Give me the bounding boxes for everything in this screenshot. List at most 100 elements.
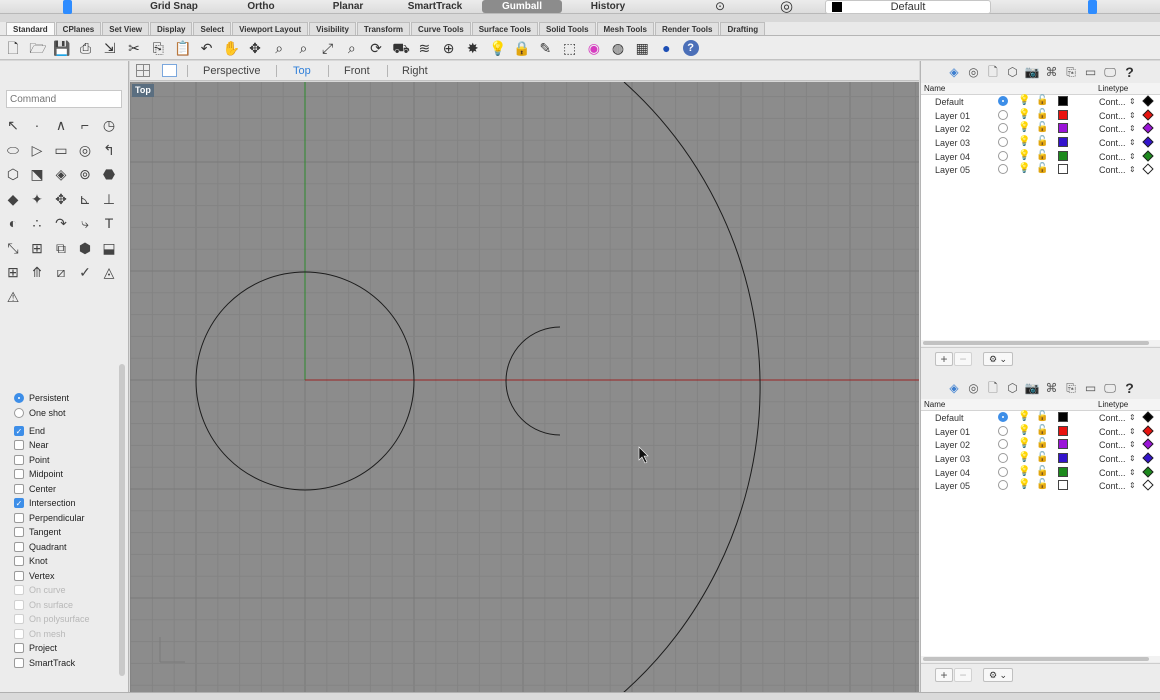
tab-surface-tools[interactable]: Surface Tools	[471, 22, 538, 35]
unlock-icon[interactable]: 🔓	[1036, 136, 1048, 148]
tool-palette-icon[interactable]: ⊥	[100, 190, 118, 208]
layer-color-swatch[interactable]	[1058, 439, 1068, 450]
layer-linetype[interactable]: Cont...	[1099, 426, 1126, 438]
tool-palette-icon[interactable]: ⊾	[76, 190, 94, 208]
print-color-diamond-icon[interactable]	[1142, 452, 1154, 464]
linetype-stepper-icon[interactable]: ⇕	[1129, 96, 1136, 108]
light-icon[interactable]: 💡	[489, 40, 506, 56]
layer-color-swatch[interactable]	[1058, 425, 1068, 436]
linetype-stepper-icon[interactable]: ⇕	[1129, 151, 1136, 163]
layers-panel-icon[interactable]: ◈	[946, 64, 962, 80]
layout-panel-icon[interactable]: ⎘	[1063, 380, 1079, 396]
tool-palette-icon[interactable]: ◬	[100, 263, 118, 281]
layer-options-button[interactable]: ⚙ ⌄	[983, 352, 1013, 366]
tab-perspective[interactable]: Perspective	[203, 64, 260, 78]
lightbulb-icon[interactable]: 💡	[1018, 438, 1030, 450]
unlock-icon[interactable]: 🔓	[1036, 425, 1048, 437]
layer-name[interactable]: Layer 03	[935, 137, 970, 149]
window-panel-icon[interactable]: ▭	[1083, 380, 1099, 396]
linetype-stepper-icon[interactable]: ⇕	[1129, 164, 1136, 176]
linetype-column-header[interactable]: Linetype	[1098, 399, 1128, 410]
current-layer-radio[interactable]	[998, 137, 1008, 148]
osnap-midpoint[interactable]: Midpoint	[14, 467, 124, 482]
current-layer-radio[interactable]	[998, 164, 1008, 175]
scrollbar-thumb[interactable]	[923, 657, 1149, 661]
layer-row[interactable]: Layer 02 💡 🔓 Cont... ⇕	[921, 438, 1160, 452]
print-color-diamond-icon[interactable]	[1142, 109, 1154, 121]
sidebar-scrollbar[interactable]	[119, 364, 125, 676]
layer-color-swatch[interactable]	[1058, 480, 1068, 491]
point-icon[interactable]: ✸	[465, 40, 481, 56]
checkbox[interactable]	[14, 556, 24, 566]
help-icon[interactable]: ?	[682, 40, 699, 56]
four-viewports-icon[interactable]	[136, 64, 150, 77]
layer-linetype[interactable]: Cont...	[1099, 96, 1126, 108]
tool-palette-icon[interactable]: ⊞	[4, 263, 22, 281]
tool-palette-icon[interactable]: ⬣	[100, 165, 118, 183]
unlock-icon[interactable]: 🔓	[1036, 411, 1048, 423]
layer-name[interactable]: Default	[935, 412, 964, 424]
object-panel-icon[interactable]: ⬡	[1005, 64, 1021, 80]
osnap-knot[interactable]: Knot	[14, 554, 124, 569]
current-layer-radio[interactable]	[998, 425, 1008, 436]
osnap-quadrant[interactable]: Quadrant	[14, 540, 124, 555]
current-layer-radio[interactable]	[998, 123, 1008, 134]
tab-front[interactable]: Front	[344, 64, 370, 78]
layer-name[interactable]: Layer 02	[935, 439, 970, 451]
layer-row[interactable]: Layer 05 💡 🔓 Cont... ⇕	[921, 163, 1160, 177]
tab-visibility[interactable]: Visibility	[309, 22, 356, 35]
layer-linetype[interactable]: Cont...	[1099, 137, 1126, 149]
unlock-icon[interactable]: 🔓	[1036, 479, 1048, 491]
layers-scrollbar[interactable]	[921, 656, 1160, 662]
checkbox[interactable]	[14, 469, 24, 479]
tab-select[interactable]: Select	[193, 22, 232, 35]
checkbox[interactable]	[14, 657, 24, 668]
rotate-view-icon[interactable]: ⟳	[368, 40, 384, 56]
ortho-toggle[interactable]: Ortho	[240, 0, 282, 13]
tool-palette-icon[interactable]: ⬡	[4, 165, 22, 183]
tab-right[interactable]: Right	[402, 64, 428, 78]
screen-panel-icon[interactable]: 🖵	[1102, 64, 1118, 80]
car-icon[interactable]: ⛟	[392, 40, 410, 56]
linetype-stepper-icon[interactable]: ⇕	[1129, 137, 1136, 149]
print-icon[interactable]: ⎙	[78, 40, 94, 56]
layers-panel-icon[interactable]: ◈	[946, 380, 962, 396]
save-icon[interactable]: 💾	[53, 40, 70, 56]
grid-snap-toggle[interactable]: Grid Snap	[145, 0, 203, 13]
layer-row[interactable]: Layer 04 💡 🔓 Cont... ⇕	[921, 466, 1160, 480]
layer-color-swatch[interactable]	[1058, 137, 1068, 148]
current-layer-radio[interactable]	[998, 109, 1008, 120]
tool-palette-icon[interactable]: ⚠	[4, 288, 22, 306]
scrollbar-thumb[interactable]	[923, 341, 1149, 345]
remove-layer-button[interactable]: −	[954, 352, 972, 366]
tool-palette-icon[interactable]: ⬢	[76, 239, 94, 257]
linetype-stepper-icon[interactable]: ⇕	[1129, 453, 1136, 465]
layer-row[interactable]: Layer 03 💡 🔓 Cont... ⇕	[921, 136, 1160, 150]
linetype-stepper-icon[interactable]: ⇕	[1129, 439, 1136, 451]
layer-row[interactable]: Layer 04 💡 🔓 Cont... ⇕	[921, 150, 1160, 164]
gumball-toggle[interactable]: Gumball	[482, 0, 562, 13]
camera-panel-icon[interactable]: 📷	[1024, 380, 1040, 396]
checkbox[interactable]	[14, 643, 24, 653]
tool-palette-icon[interactable]: ↷	[52, 214, 70, 232]
tool-palette-icon[interactable]: ◎	[76, 141, 94, 159]
layer-color-swatch[interactable]	[1058, 164, 1068, 175]
tool-palette-icon[interactable]: ◷	[100, 116, 118, 134]
cplane-icon[interactable]: ⊕	[441, 40, 457, 56]
help-panel-icon[interactable]: ?	[1122, 380, 1138, 396]
osnap-project[interactable]: Project	[14, 641, 124, 656]
layer-row[interactable]: Layer 05 💡 🔓 Cont... ⇕	[921, 479, 1160, 493]
linetype-stepper-icon[interactable]: ⇕	[1129, 467, 1136, 479]
layer-color-swatch[interactable]	[1058, 466, 1068, 477]
current-layer-radio[interactable]	[998, 453, 1008, 464]
paste-icon[interactable]: 📋	[174, 40, 191, 56]
layer-row[interactable]: Default 💡 🔓 Cont... ⇕	[921, 95, 1160, 109]
open-folder-icon[interactable]: 🗁	[29, 40, 46, 56]
lock-icon[interactable]: 🔒	[513, 40, 530, 56]
print-color-diamond-icon[interactable]	[1142, 411, 1154, 423]
layer-linetype[interactable]: Cont...	[1099, 123, 1126, 135]
lightbulb-icon[interactable]: 💡	[1018, 109, 1030, 121]
tool-palette-icon[interactable]: ✓	[76, 263, 94, 281]
render-icon[interactable]: ▦	[634, 40, 650, 56]
osnap-near[interactable]: Near	[14, 438, 124, 453]
